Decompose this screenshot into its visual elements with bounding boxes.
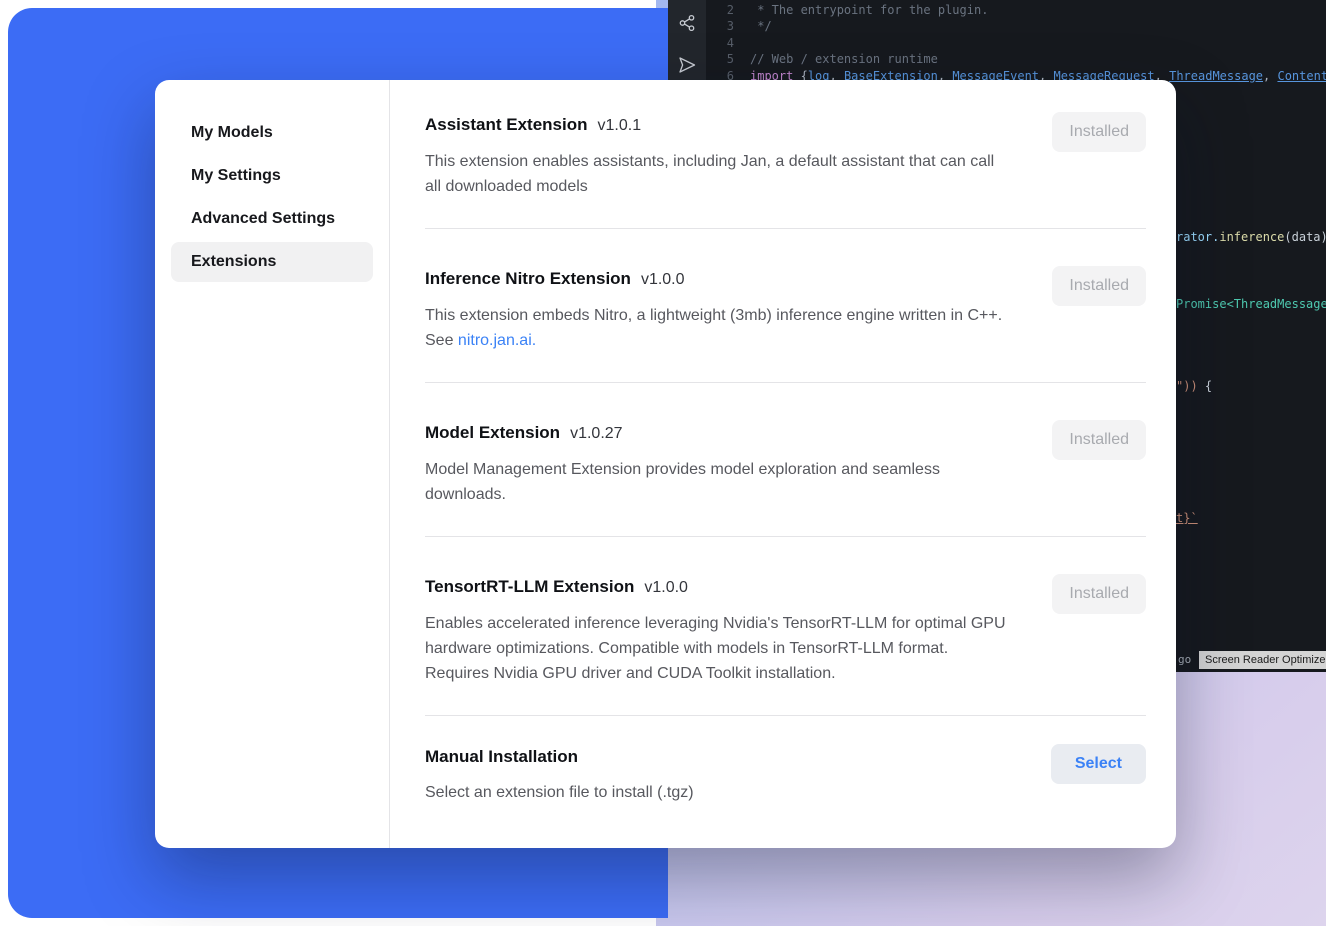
settings-modal: My Models My Settings Advanced Settings … <box>155 80 1176 848</box>
line-number: 3 <box>706 18 734 34</box>
extension-version: v1.0.0 <box>644 579 688 596</box>
extension-title: Assistant Extension <box>425 115 588 134</box>
manual-installation-section: Manual Installation Select an extension … <box>425 716 1146 827</box>
code-text: * The entrypoint for the plugin. <box>750 2 988 18</box>
code-punct: { <box>1198 379 1212 393</box>
statusbar-text: go <box>1178 653 1191 666</box>
code-identifier: ThreadMessage <box>1169 68 1263 84</box>
extension-description: This extension enables assistants, inclu… <box>425 149 1010 199</box>
nitro-jan-ai-link[interactable]: nitro.jan.ai. <box>458 332 536 349</box>
code-fragment: Promise<ThreadMessage> <box>1176 296 1326 312</box>
section-title: Manual Installation <box>425 747 578 766</box>
installed-button[interactable]: Installed <box>1052 112 1146 152</box>
code-line: 2 * The entrypoint for the plugin. <box>706 2 1326 18</box>
code-fragment: ")) { <box>1176 378 1212 394</box>
extension-version: v1.0.27 <box>570 425 622 442</box>
code-area: 2 * The entrypoint for the plugin. 3 */ … <box>706 2 1326 84</box>
code-fragment: rator.inference(data)); <box>1176 229 1326 245</box>
extension-description: Model Management Extension provides mode… <box>425 457 1010 507</box>
line-number: 4 <box>706 35 734 51</box>
extension-description: Enables accelerated inference leveraging… <box>425 611 1010 686</box>
sidebar-item-my-settings[interactable]: My Settings <box>171 156 373 196</box>
code-line: 4 <box>706 35 1326 51</box>
installed-button[interactable]: Installed <box>1052 574 1146 614</box>
code-text: // Web / extension runtime <box>750 51 938 67</box>
extension-section-nitro: Inference Nitro Extension v1.0.0 This ext… <box>425 229 1146 383</box>
extension-version: v1.0.0 <box>641 271 685 288</box>
extension-title: Model Extension <box>425 423 560 442</box>
line-number: 2 <box>706 2 734 18</box>
extensions-panel: Assistant Extension v1.0.1 This extension… <box>390 80 1176 848</box>
code-text: */ <box>750 18 772 34</box>
extension-title: TensortRT-LLM Extension <box>425 577 634 596</box>
code-function: inference <box>1219 230 1284 244</box>
sidebar-item-advanced-settings[interactable]: Advanced Settings <box>171 199 373 239</box>
code-identifier: ContentType <box>1277 68 1326 84</box>
installed-button[interactable]: Installed <box>1052 420 1146 460</box>
sidebar-item-my-models[interactable]: My Models <box>171 113 373 153</box>
settings-sidebar: My Models My Settings Advanced Settings … <box>155 80 390 848</box>
code-fragment: t}` <box>1176 510 1198 526</box>
screen-reader-status-badge[interactable]: Screen Reader Optimize <box>1199 651 1326 669</box>
extension-section-model: Model Extension v1.0.27 Model Management … <box>425 383 1146 537</box>
extension-version: v1.0.1 <box>598 117 642 134</box>
extension-section-tensorrt: TensortRT-LLM Extension v1.0.0 Enables ac… <box>425 537 1146 716</box>
extension-title: Inference Nitro Extension <box>425 269 631 288</box>
section-description: Select an extension file to install (.tg… <box>425 780 694 805</box>
code-punct: (data)); <box>1284 230 1326 244</box>
extension-description: This extension embeds Nitro, a lightweig… <box>425 303 1010 353</box>
code-line: 5 // Web / extension runtime <box>706 51 1326 67</box>
sidebar-item-extensions[interactable]: Extensions <box>171 242 373 282</box>
code-line: 3 */ <box>706 18 1326 34</box>
extension-section-assistant: Assistant Extension v1.0.1 This extension… <box>425 80 1146 229</box>
line-number: 5 <box>706 51 734 67</box>
share-icon[interactable] <box>678 14 696 32</box>
code-punct: , <box>1263 68 1277 84</box>
code-variable: rator. <box>1176 230 1219 244</box>
select-file-button[interactable]: Select <box>1051 744 1146 784</box>
send-icon[interactable] <box>678 56 696 74</box>
code-string: ")) <box>1176 379 1198 393</box>
installed-button[interactable]: Installed <box>1052 266 1146 306</box>
